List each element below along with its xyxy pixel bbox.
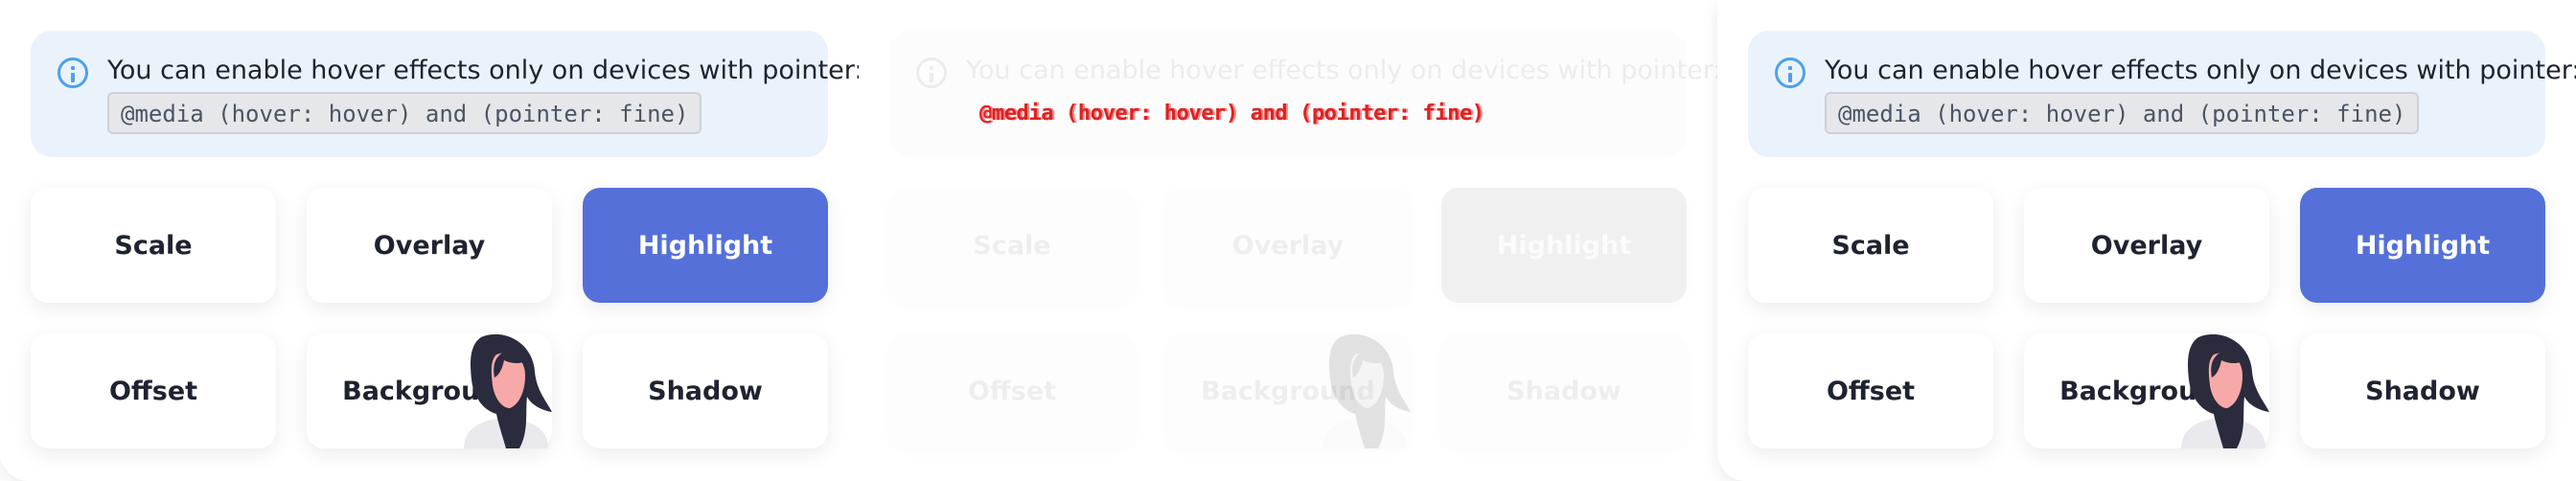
overlay-tile[interactable]: Overlay (307, 188, 552, 303)
info-banner: You can enable hover effects only on dev… (31, 31, 859, 157)
scale-tile[interactable]: Scale (889, 188, 1135, 303)
info-banner: You can enable hover effects only on dev… (1748, 31, 2576, 157)
person-figure (1322, 333, 1411, 448)
info-banner: You can enable hover effects only on dev… (889, 31, 1717, 157)
info-icon (916, 57, 947, 88)
highlight-tile[interactable]: Highlight (583, 188, 828, 303)
scale-tile[interactable]: Scale (31, 188, 276, 303)
overlay-tile[interactable]: Overlay (1165, 188, 1411, 303)
demo-panel-1: You can enable hover effects only on dev… (0, 0, 859, 481)
info-text: You can enable hover effects only on dev… (966, 56, 1717, 85)
offset-tile[interactable]: Offset (1748, 333, 1993, 448)
info-text: You can enable hover effects only on dev… (107, 56, 859, 85)
info-icon (58, 57, 88, 88)
offset-tile[interactable]: Offset (889, 333, 1135, 448)
shadow-tile[interactable]: Shadow (1441, 333, 1687, 448)
highlight-tile[interactable]: Highlight (1441, 188, 1687, 303)
scale-tile[interactable]: Scale (1748, 188, 1993, 303)
person-figure (2181, 333, 2269, 448)
media-query-code: @media (hover: hover) and (pointer: fine… (107, 92, 702, 134)
media-query-code: @media (hover: hover) and (pointer: fine… (979, 102, 1484, 126)
person-figure (464, 333, 552, 448)
highlight-tile[interactable]: Highlight (2300, 188, 2545, 303)
demo-panel-3: You can enable hover effects only on dev… (1717, 0, 2576, 481)
overlay-tile[interactable]: Overlay (2024, 188, 2269, 303)
media-query-code: @media (hover: hover) and (pointer: fine… (1825, 92, 2420, 134)
offset-tile[interactable]: Offset (31, 333, 276, 448)
shadow-tile[interactable]: Shadow (2300, 333, 2545, 448)
info-text: You can enable hover effects only on dev… (1825, 56, 2576, 85)
demo-panel-2: You can enable hover effects only on dev… (859, 0, 1717, 481)
info-icon (1775, 57, 1806, 88)
shadow-tile[interactable]: Shadow (583, 333, 828, 448)
